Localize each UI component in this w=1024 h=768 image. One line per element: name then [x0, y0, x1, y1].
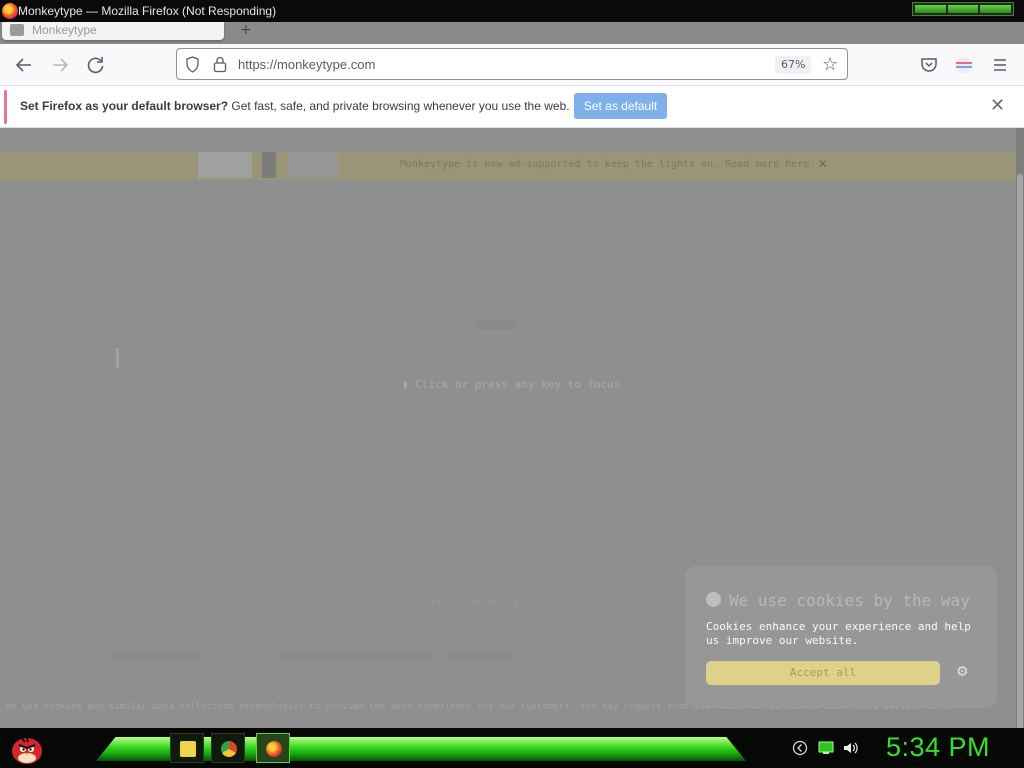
- back-arrow-icon[interactable]: [12, 54, 36, 76]
- window-title: Monkeytype — Mozilla Firefox (Not Respon…: [18, 4, 277, 18]
- banner-text: Monkeytype is now ad-supported to keep t…: [400, 159, 816, 170]
- site-logo[interactable]: [198, 152, 338, 178]
- minimize-button[interactable]: [915, 5, 946, 13]
- accept-all-button[interactable]: Accept all: [706, 661, 940, 685]
- taskbar-firefox[interactable]: [256, 733, 290, 763]
- notification-title: Set Firefox as your default browser?: [20, 99, 229, 113]
- hamburger-menu-icon[interactable]: [989, 54, 1011, 76]
- network-icon[interactable]: [792, 740, 808, 756]
- volume-icon[interactable]: [842, 740, 858, 756]
- new-tab-button[interactable]: +: [240, 22, 252, 38]
- cookie-title-text: We use cookies by the way: [729, 591, 970, 610]
- cursor-icon: ▮: [402, 378, 416, 391]
- taskbar: 5:34 PM: [0, 728, 1024, 768]
- banner-close-icon[interactable]: ✕: [818, 157, 828, 171]
- firefox-taskbar-icon: [266, 741, 282, 757]
- default-browser-notification: Set Firefox as your default browser? Get…: [0, 86, 1024, 128]
- firefox-icon: [2, 3, 18, 19]
- gear-icon[interactable]: ⚙: [956, 664, 969, 680]
- cookie-popup-title: We use cookies by the way: [706, 591, 970, 610]
- command-hint: ctrl + shift + p: [431, 598, 519, 608]
- tab-label: Monkeytype: [32, 23, 97, 37]
- address-bar[interactable]: https://monkeytype.com 67% ☆: [176, 48, 848, 80]
- taskbar-chrome[interactable]: [211, 733, 245, 763]
- start-menu-bird-icon[interactable]: [8, 730, 46, 766]
- navigation-toolbar: https://monkeytype.com 67% ☆: [0, 44, 1024, 86]
- display-icon[interactable]: [818, 740, 834, 756]
- clock[interactable]: 5:34 PM: [886, 732, 990, 763]
- close-icon[interactable]: ✕: [990, 95, 1005, 116]
- chrome-icon: [221, 741, 237, 757]
- folder-icon: [180, 741, 196, 757]
- test-mode-indicator: [476, 320, 516, 330]
- cookie-popup-body: Cookies enhance your experience and help…: [706, 620, 971, 647]
- notification-message: Set Firefox as your default browser? Get…: [20, 99, 570, 113]
- set-as-default-button[interactable]: Set as default: [574, 93, 667, 119]
- notification-text: Get fast, safe, and private browsing whe…: [228, 99, 570, 113]
- zoom-level-button[interactable]: 67%: [775, 56, 812, 74]
- window-title-bar: Monkeytype — Mozilla Firefox (Not Respon…: [0, 0, 1024, 22]
- page-scrollbar[interactable]: [1016, 128, 1024, 728]
- tab-monkeytype[interactable]: Monkeytype: [2, 22, 224, 40]
- forward-arrow-icon[interactable]: [48, 54, 72, 76]
- pocket-icon[interactable]: [918, 54, 940, 76]
- footer-links[interactable]: [110, 652, 510, 662]
- taskbar-file-manager[interactable]: [170, 733, 204, 763]
- bookmark-star-icon[interactable]: ☆: [822, 54, 838, 75]
- focus-hint[interactable]: ▮ Click or press any key to focus: [402, 378, 621, 391]
- lock-icon[interactable]: [213, 56, 227, 73]
- window-controls[interactable]: [912, 2, 1014, 16]
- url-text[interactable]: https://monkeytype.com: [238, 57, 375, 72]
- tab-strip: Monkeytype +: [0, 22, 1024, 44]
- web-content: Monkeytype is now ad-supported to keep t…: [0, 128, 1024, 728]
- reload-icon[interactable]: [84, 54, 108, 76]
- maximize-button[interactable]: [947, 5, 979, 13]
- focus-hint-text: Click or press any key to focus: [415, 378, 621, 391]
- keyboard-favicon-icon: [10, 24, 24, 36]
- cookie-icon: [706, 592, 721, 607]
- scrollbar-thumb[interactable]: [1017, 174, 1023, 728]
- notification-accent: [4, 90, 7, 124]
- tracking-shield-icon[interactable]: [185, 56, 200, 73]
- close-window-button[interactable]: [980, 5, 1012, 13]
- account-avatar-icon[interactable]: [953, 54, 975, 76]
- notice-banner: Monkeytype is now ad-supported to keep t…: [0, 152, 1016, 180]
- cookie-popup: We use cookies by the way Cookies enhanc…: [686, 567, 996, 707]
- typing-caret: [116, 348, 119, 368]
